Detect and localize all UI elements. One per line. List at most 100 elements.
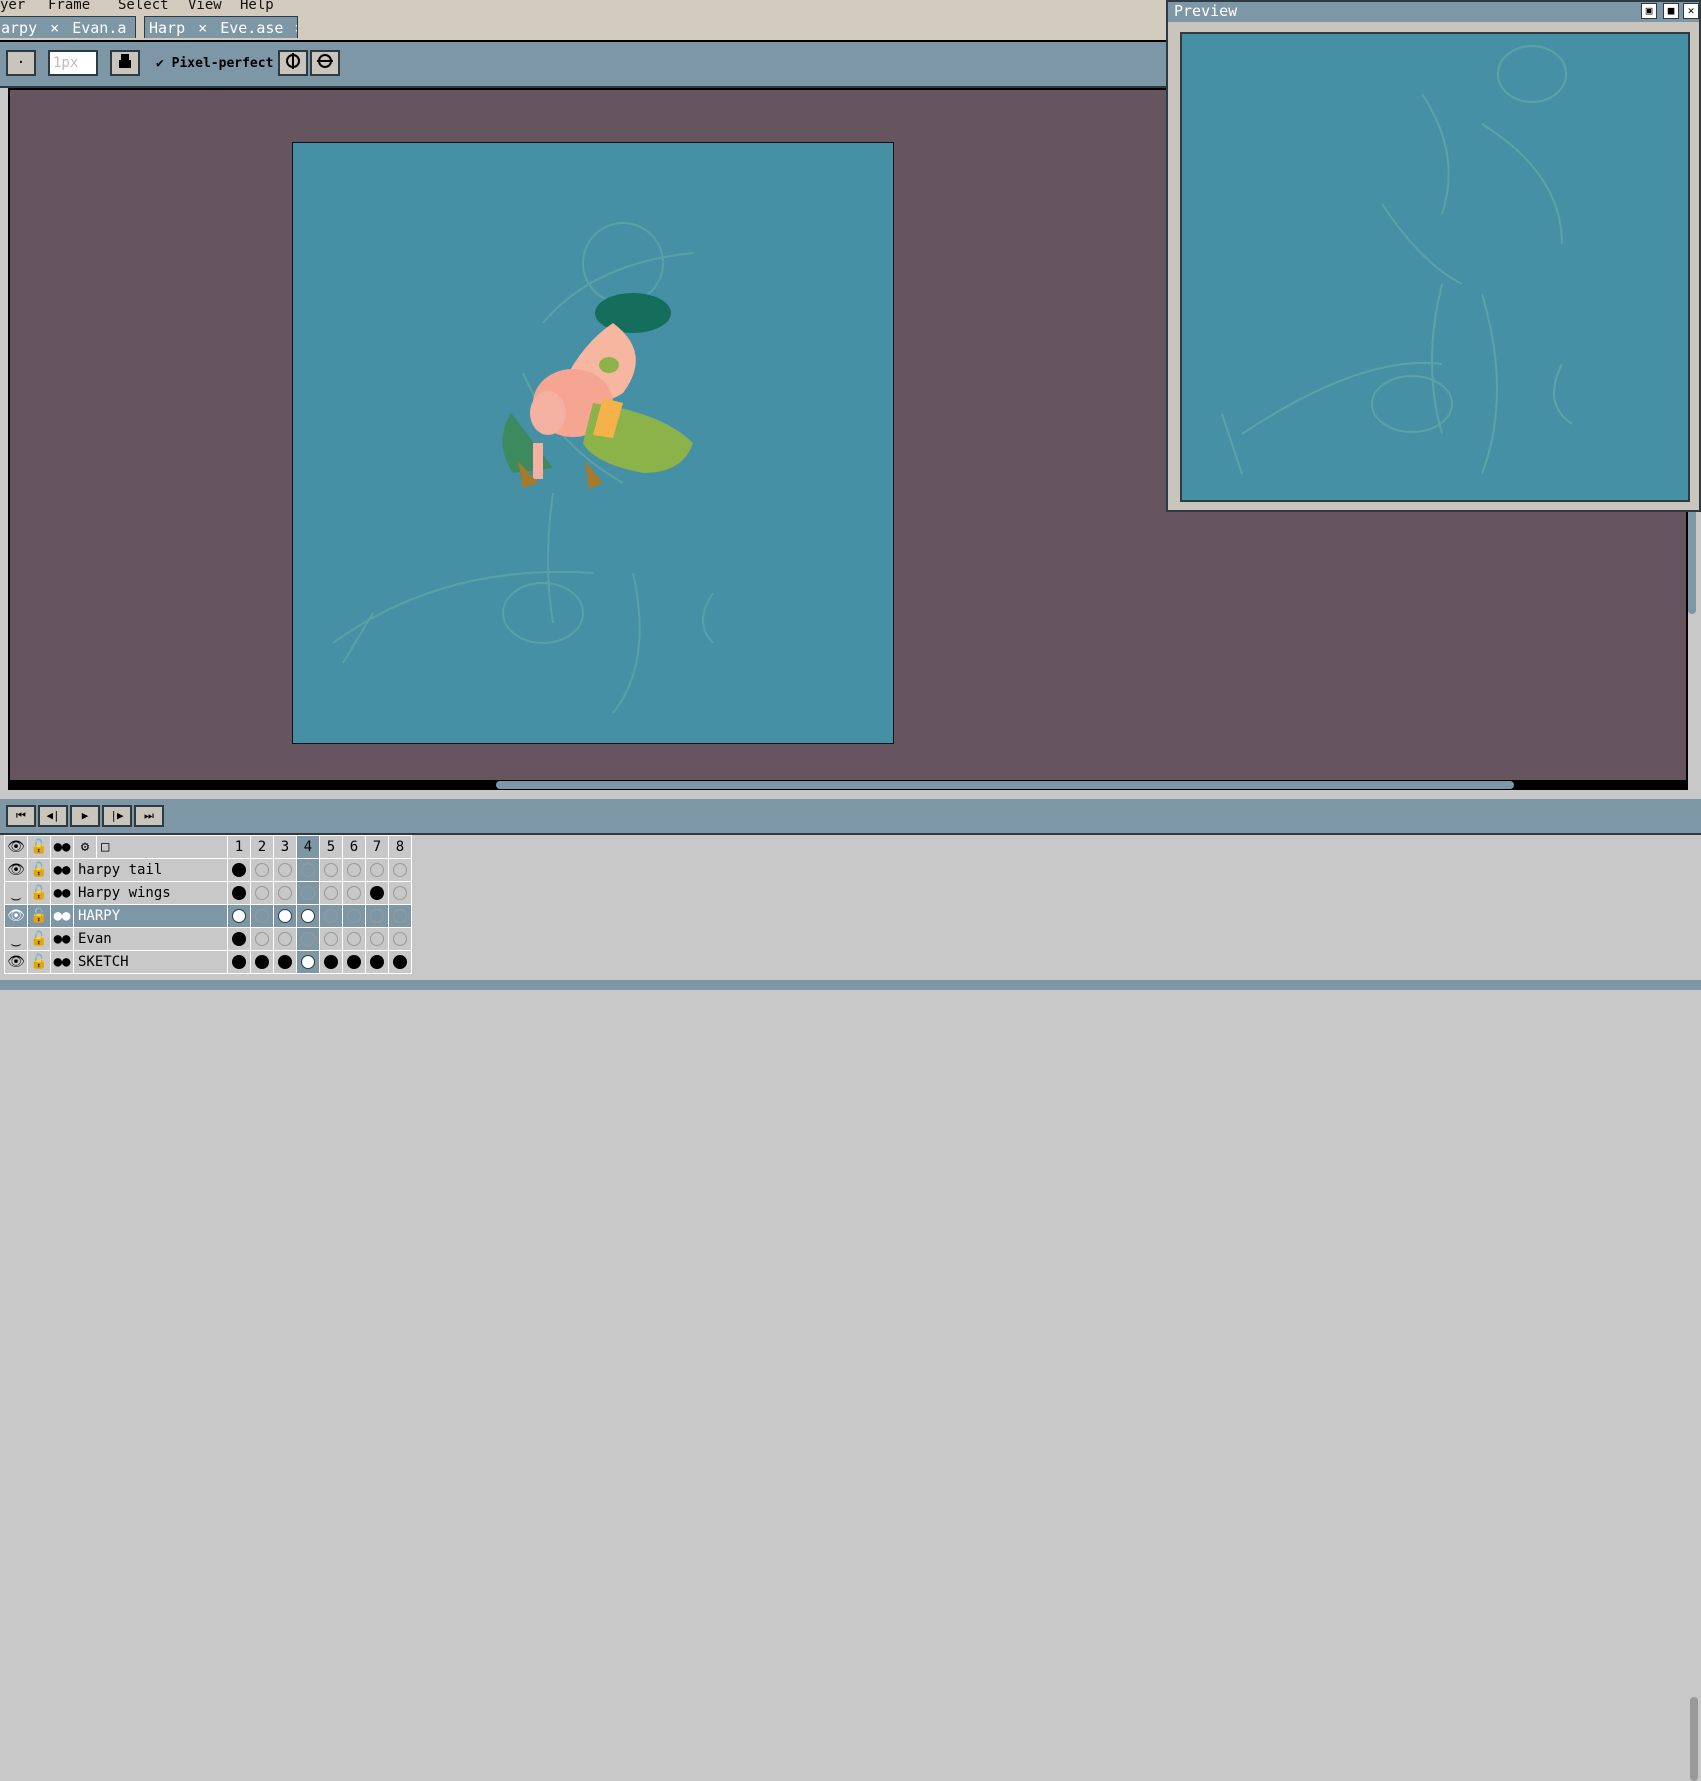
cel[interactable] — [319, 904, 343, 928]
ink-type-icon[interactable] — [110, 50, 140, 76]
menu-help[interactable]: Help — [240, 0, 274, 14]
cel[interactable] — [250, 950, 274, 974]
cel[interactable] — [250, 881, 274, 905]
eye-icon[interactable]: 👁 — [4, 835, 28, 859]
cel[interactable] — [365, 927, 389, 951]
eye-icon[interactable]: 👁 — [4, 904, 28, 928]
cel[interactable] — [227, 904, 251, 928]
menu-view[interactable]: View — [188, 0, 222, 14]
cel[interactable] — [250, 858, 274, 882]
cel[interactable] — [319, 881, 343, 905]
eye-closed-icon[interactable]: ‿ — [4, 881, 28, 905]
cel[interactable] — [342, 927, 366, 951]
eye-icon[interactable]: 👁 — [4, 950, 28, 974]
sprite-canvas[interactable] — [292, 142, 894, 744]
tab-harp-eve[interactable]: Harp × Eve.ase × — [144, 16, 298, 38]
cel[interactable] — [365, 950, 389, 974]
lock-icon[interactable]: 🔓 — [27, 835, 51, 859]
brush-type-button[interactable]: · — [6, 50, 36, 76]
cel[interactable] — [227, 881, 251, 905]
cel[interactable] — [365, 881, 389, 905]
frame-header-current[interactable]: 4 — [296, 835, 320, 859]
cel[interactable] — [227, 858, 251, 882]
cel[interactable] — [296, 858, 320, 882]
cel[interactable] — [388, 950, 412, 974]
cel[interactable] — [227, 927, 251, 951]
lock-icon[interactable]: 🔓 — [27, 950, 51, 974]
layer-name[interactable]: SKETCH — [73, 950, 228, 974]
cel[interactable] — [296, 881, 320, 905]
eye-closed-icon[interactable]: ‿ — [4, 927, 28, 951]
cel[interactable] — [319, 858, 343, 882]
menu-layer[interactable]: yer — [0, 0, 25, 14]
continuous-icon[interactable]: ●● — [50, 835, 74, 859]
cel[interactable] — [319, 927, 343, 951]
layer-settings-icon[interactable]: ⚙ — [73, 835, 97, 859]
close-icon[interactable]: × — [50, 19, 59, 37]
cel[interactable] — [342, 881, 366, 905]
lock-icon[interactable]: 🔓 — [27, 858, 51, 882]
frame-header[interactable]: 2 — [250, 835, 274, 859]
preview-window[interactable]: Preview ▣ ■ ✕ — [1166, 0, 1701, 512]
play-button[interactable]: ▶ — [70, 805, 100, 827]
new-layer-button[interactable]: □ — [96, 835, 228, 859]
previous-frame-button[interactable]: ◀| — [38, 805, 68, 827]
cel[interactable] — [250, 927, 274, 951]
cel[interactable] — [227, 950, 251, 974]
lock-icon[interactable]: 🔓 — [27, 904, 51, 928]
tab-harpy-evan[interactable]: arpy × Evan.a ● — [0, 16, 136, 38]
frame-header[interactable]: 5 — [319, 835, 343, 859]
layer-name[interactable]: harpy tail — [73, 858, 228, 882]
frame-header[interactable]: 1 — [227, 835, 251, 859]
close-icon[interactable]: × — [294, 19, 297, 37]
layer-name[interactable]: Harpy wings — [73, 881, 228, 905]
close-icon[interactable]: × — [198, 19, 207, 37]
continuous-icon[interactable]: ●● — [50, 904, 74, 928]
cel[interactable] — [273, 881, 297, 905]
symmetry-horizontal-icon[interactable] — [310, 50, 340, 76]
continuous-icon[interactable]: ●● — [50, 858, 74, 882]
preview-play-icon[interactable]: ▣ — [1641, 3, 1657, 19]
frame-header[interactable]: 8 — [388, 835, 412, 859]
lock-icon[interactable]: 🔓 — [27, 927, 51, 951]
cel[interactable] — [319, 950, 343, 974]
pixel-perfect-toggle[interactable]: ✔ Pixel-perfect — [156, 56, 273, 71]
continuous-icon[interactable]: ●● — [50, 950, 74, 974]
timeline-scrollbar[interactable] — [1690, 1697, 1698, 1781]
preview-maximize-icon[interactable]: ■ — [1663, 3, 1679, 19]
cel[interactable] — [273, 904, 297, 928]
cel[interactable] — [273, 950, 297, 974]
cel[interactable] — [388, 927, 412, 951]
cel[interactable] — [296, 904, 320, 928]
cel[interactable] — [365, 904, 389, 928]
lock-icon[interactable]: 🔓 — [27, 881, 51, 905]
cel[interactable] — [296, 950, 320, 974]
continuous-icon[interactable]: ●● — [50, 927, 74, 951]
symmetry-vertical-icon[interactable] — [278, 50, 308, 76]
menu-frame[interactable]: Frame — [48, 0, 90, 14]
cel[interactable] — [388, 858, 412, 882]
cel[interactable] — [365, 858, 389, 882]
continuous-icon[interactable]: ●● — [50, 881, 74, 905]
layer-name[interactable]: Evan — [73, 927, 228, 951]
horizontal-scroll-thumb[interactable] — [496, 781, 1514, 789]
layer-name[interactable]: HARPY — [73, 904, 228, 928]
cel[interactable] — [296, 927, 320, 951]
menu-select[interactable]: Select — [118, 0, 169, 14]
preview-title[interactable]: Preview — [1168, 2, 1699, 22]
brush-size-input[interactable]: 1px — [48, 50, 98, 76]
cel[interactable] — [250, 904, 274, 928]
frame-header[interactable]: 3 — [273, 835, 297, 859]
frame-header[interactable]: 7 — [365, 835, 389, 859]
layer-row[interactable]: 👁 🔓 ●● harpy tail — [4, 858, 412, 882]
cel[interactable] — [273, 858, 297, 882]
cel[interactable] — [388, 881, 412, 905]
cel[interactable] — [342, 858, 366, 882]
first-frame-button[interactable]: ⏮ — [6, 805, 36, 827]
cel[interactable] — [342, 950, 366, 974]
cel[interactable] — [342, 904, 366, 928]
last-frame-button[interactable]: ⏭ — [134, 805, 164, 827]
layer-row[interactable]: 👁 🔓 ●● HARPY — [4, 904, 412, 928]
layer-row[interactable]: ‿ 🔓 ●● Evan — [4, 927, 412, 951]
eye-icon[interactable]: 👁 — [4, 858, 28, 882]
